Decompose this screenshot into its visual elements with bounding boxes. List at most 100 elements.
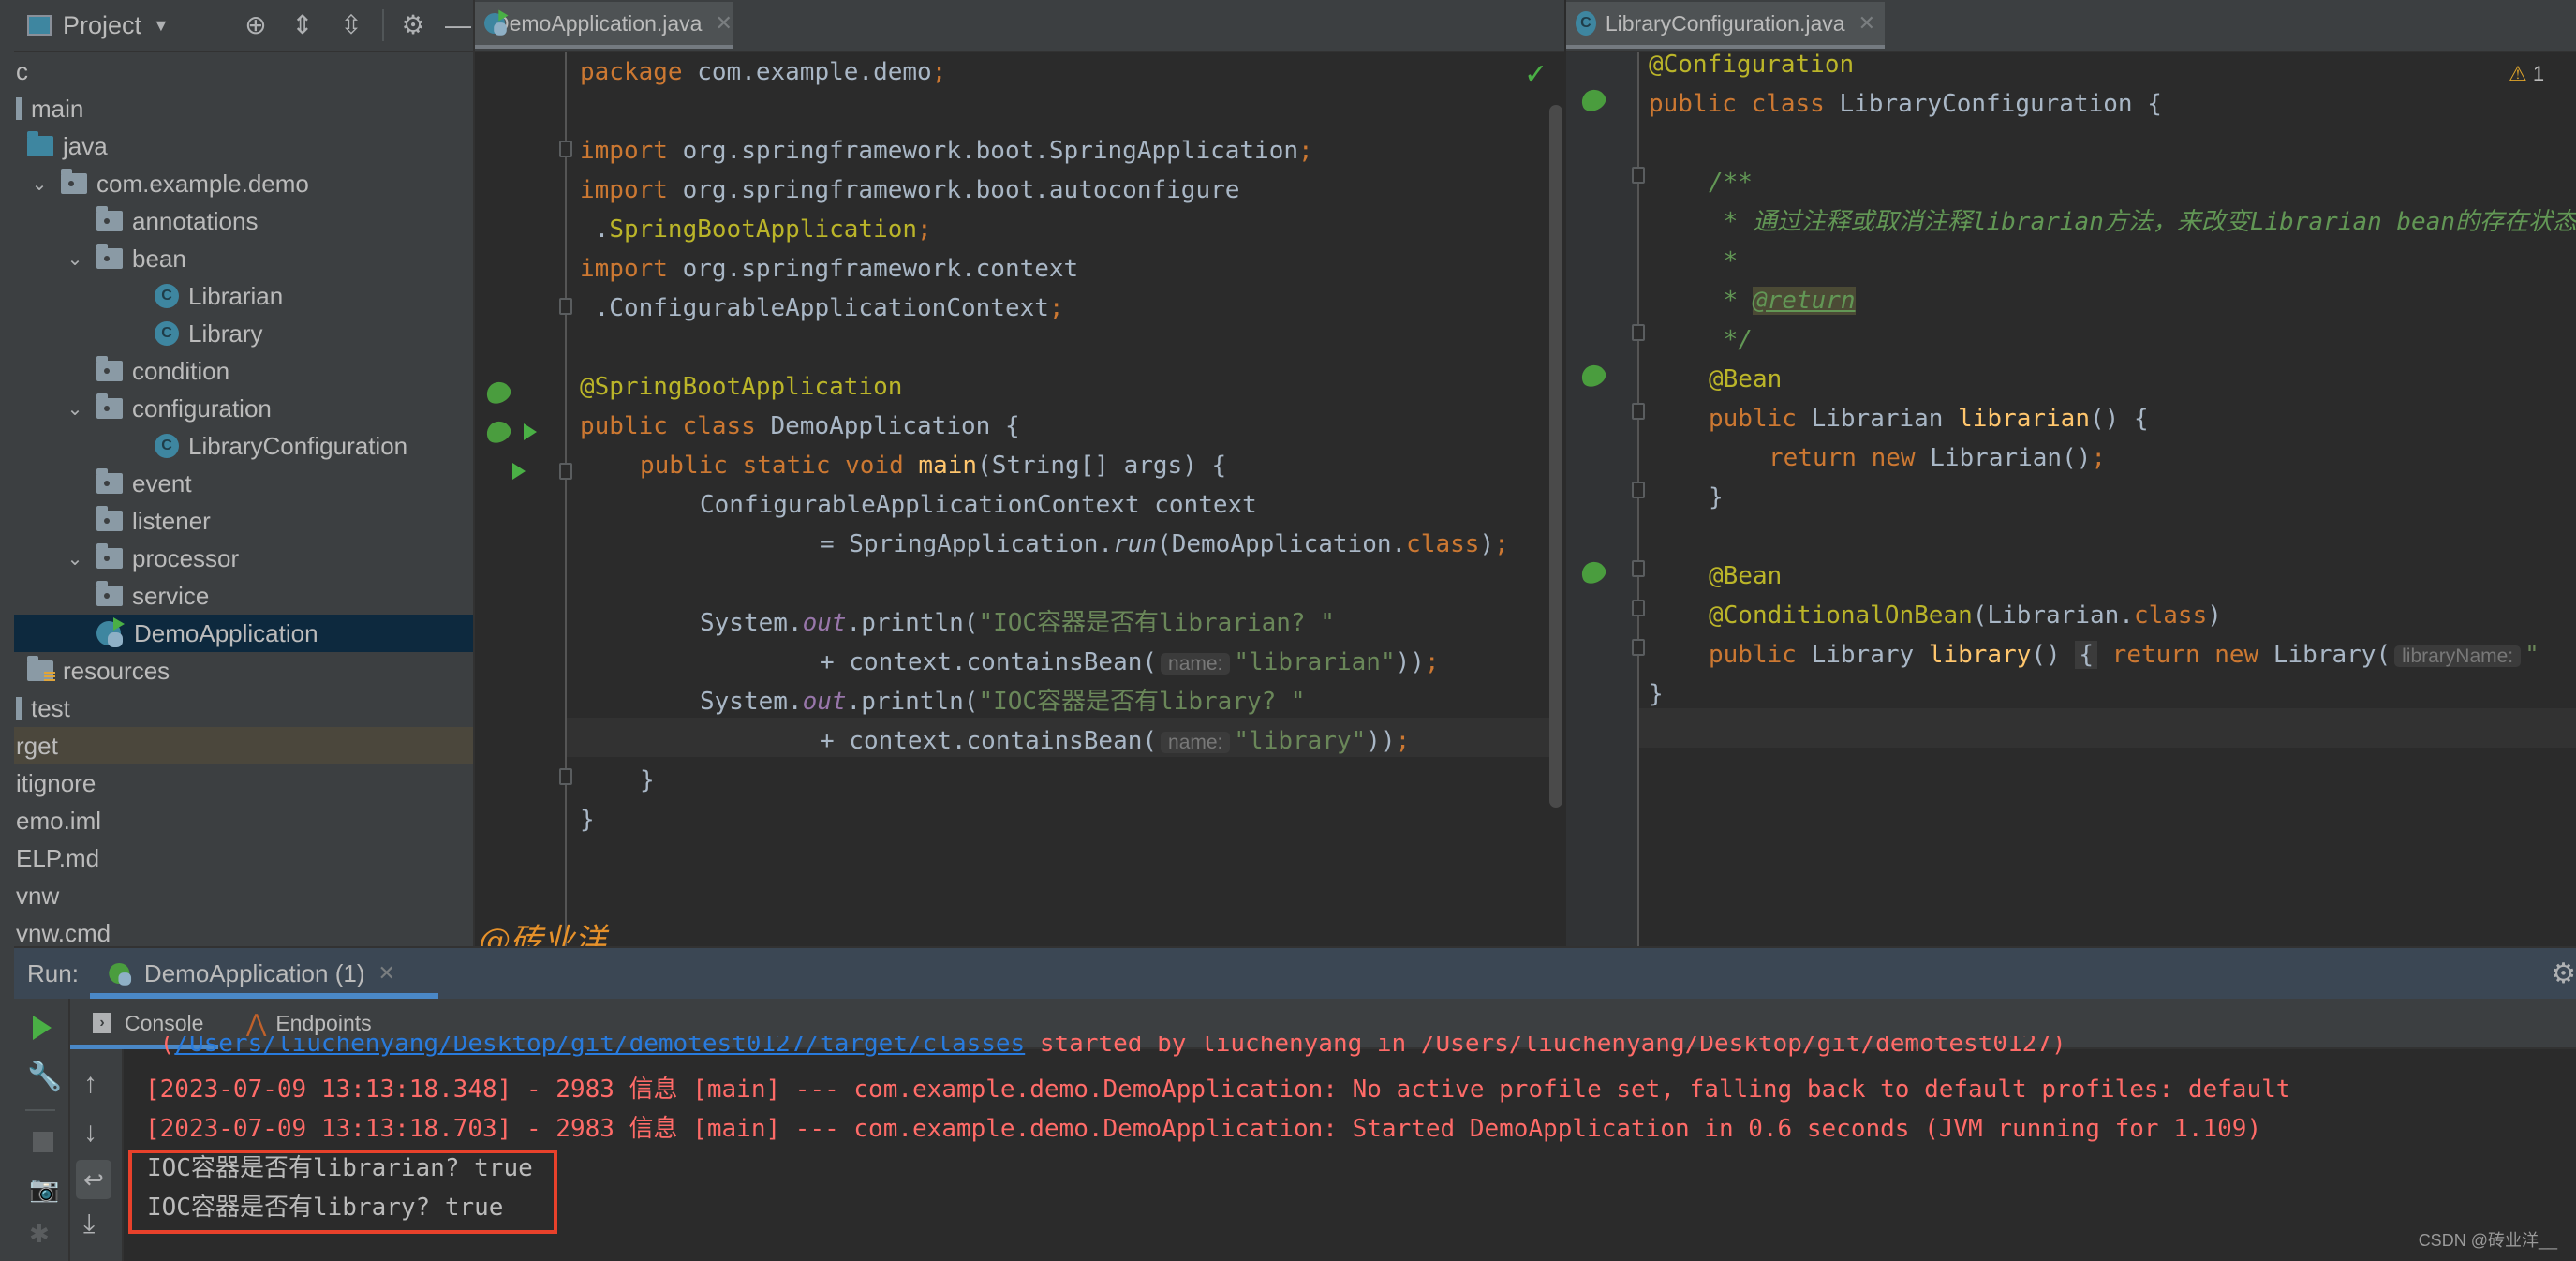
code-line: public Librarian librarian() { [1709,405,2149,433]
code-line: public static void main(String[] args) { [640,452,1227,480]
chevron-down-icon[interactable]: ⌄ [63,397,87,421]
tree-item-label: c [16,56,28,85]
fold-icon[interactable] [1632,324,1645,341]
package-folder-icon [96,206,123,231]
tree-item[interactable]: c [14,52,473,90]
fold-icon[interactable] [559,141,572,157]
run-gutter-icon[interactable] [512,463,526,480]
fold-icon[interactable] [559,298,572,315]
expand-fold-icon[interactable] [1632,639,1645,656]
tree-item[interactable]: C Librarian [14,277,473,315]
tree-item[interactable]: ⌄ processor [14,540,473,577]
code-line: */ [1709,326,1753,354]
camera-icon[interactable]: 📷 [29,1175,59,1204]
code-line: ConfigurableApplicationContext context [700,491,1257,519]
collapse-all-icon[interactable]: ⇳ [336,10,366,40]
class-icon: C [155,434,179,458]
fold-icon[interactable] [1632,167,1645,184]
close-icon[interactable]: ✕ [378,961,394,986]
tree-item[interactable]: ⌄ bean [14,240,473,277]
tree-item[interactable]: ⌄ com.example.demo [14,165,473,202]
fold-icon[interactable] [1632,560,1645,577]
tab-library-configuration[interactable]: C LibraryConfiguration.java ✕ [1566,2,1885,49]
tree-item-label: rget [16,731,58,760]
tree-item-label: configuration [132,393,272,423]
tab-label: LibraryConfiguration.java [1605,10,1845,36]
tree-item-label: vnw.cmd [16,918,111,947]
tree-item[interactable]: DemoApplication [14,615,473,652]
tree-item-label: Librarian [188,281,284,310]
console-toolbar: ↑ ↓ ↩ ⤓ [70,1049,124,1261]
gear-icon[interactable]: ⚙ [2551,957,2576,990]
tree-item[interactable]: C Library [14,315,473,352]
rerun-icon[interactable] [33,1016,52,1040]
right-editor[interactable]: ⚠ 1 @Configuration public class LibraryC… [1566,51,2576,946]
fold-icon[interactable] [1632,482,1645,498]
run-toolbar: 🔧 📷 ✱ [14,999,70,1261]
tree-item[interactable]: vnw [14,877,473,914]
stop-icon[interactable] [33,1132,53,1152]
resources-folder-icon [27,656,55,681]
run-tab-demo-application[interactable]: DemoApplication (1) ✕ [89,948,438,999]
parameter-hint: name: [1161,732,1231,753]
chevron-down-icon[interactable]: ⌄ [27,172,52,196]
tree-item[interactable]: service [14,577,473,615]
wrench-icon[interactable]: 🔧 [27,1061,62,1093]
tree-item[interactable]: condition [14,352,473,390]
tree-item[interactable]: C LibraryConfiguration [14,427,473,465]
tree-item[interactable]: listener [14,502,473,540]
chevron-down-icon[interactable]: ⌄ [63,247,87,271]
tab-label: DemoApplication.java [494,10,703,36]
gutter-line [565,52,567,946]
fold-icon[interactable] [559,463,572,480]
tree-item[interactable]: annotations [14,202,473,240]
gear-icon[interactable]: ⚙ [398,10,428,40]
class-icon: C [155,284,179,308]
left-editor[interactable]: ✓ package com.example.demo; import org.s… [475,52,1564,959]
inspection-ok-icon[interactable]: ✓ [1524,58,1547,91]
tree-item[interactable]: emo.iml [14,802,473,839]
code-line: .SpringBootApplication; [580,215,932,244]
tree-item-label: listener [132,506,211,535]
chevron-down-icon[interactable]: ⌄ [63,547,87,571]
scroll-to-end-icon[interactable]: ⤓ [83,1209,95,1239]
run-gutter-icon[interactable] [524,423,537,440]
tree-item[interactable]: ELP.md [14,839,473,877]
arrow-up-icon[interactable]: ↑ [83,1068,97,1100]
warning-icon: ⚠ [2509,62,2527,85]
minimize-icon[interactable]: — [443,10,473,40]
package-folder-icon [96,356,123,381]
tab-demo-application[interactable]: DemoApplication.java ✕ [475,2,733,49]
locate-icon[interactable]: ⊕ [241,10,271,40]
soft-wrap-icon[interactable]: ↩ [76,1160,111,1199]
tree-item[interactable]: java [14,127,473,165]
close-icon[interactable]: ✕ [1858,11,1875,36]
tree-item-label: java [63,131,108,160]
close-icon[interactable]: ✕ [715,11,732,36]
path-link[interactable]: /Users/liuchenyang/Desktop/git/demotest0… [174,1036,1025,1058]
warning-indicator[interactable]: ⚠ 1 [2509,62,2544,86]
project-view-selector[interactable]: Project ▼ [27,11,170,40]
tree-item[interactable]: itignore [14,764,473,802]
editor-scrollbar[interactable] [1549,105,1562,808]
tree-item-label: DemoApplication [134,618,318,647]
fold-icon[interactable] [559,768,572,785]
code-line: } [1709,483,1724,512]
fold-icon[interactable] [1632,403,1645,420]
tree-item[interactable]: ⌄ configuration [14,390,473,427]
folded-region[interactable]: { [2075,641,2098,669]
tree-item[interactable]: rget [14,727,473,764]
arrow-down-icon[interactable]: ↓ [83,1117,97,1149]
tree-item[interactable]: resources [14,652,473,690]
tree-item[interactable]: event [14,465,473,502]
tree-item[interactable]: test [14,690,473,727]
toolbar-divider [25,1109,55,1111]
tree-item[interactable]: main [14,90,473,127]
expand-all-icon[interactable]: ⇕ [288,10,318,40]
code-line: import org.springframework.boot.autoconf… [580,176,1240,204]
tree-item-label: itignore [16,768,96,797]
fold-icon[interactable] [1632,600,1645,616]
tree-item-label: com.example.demo [96,169,309,198]
console-line: [2023-07-09 13:13:18.348] - 2983 信息 [mai… [145,1076,2291,1104]
debug-icon[interactable]: ✱ [29,1220,50,1249]
